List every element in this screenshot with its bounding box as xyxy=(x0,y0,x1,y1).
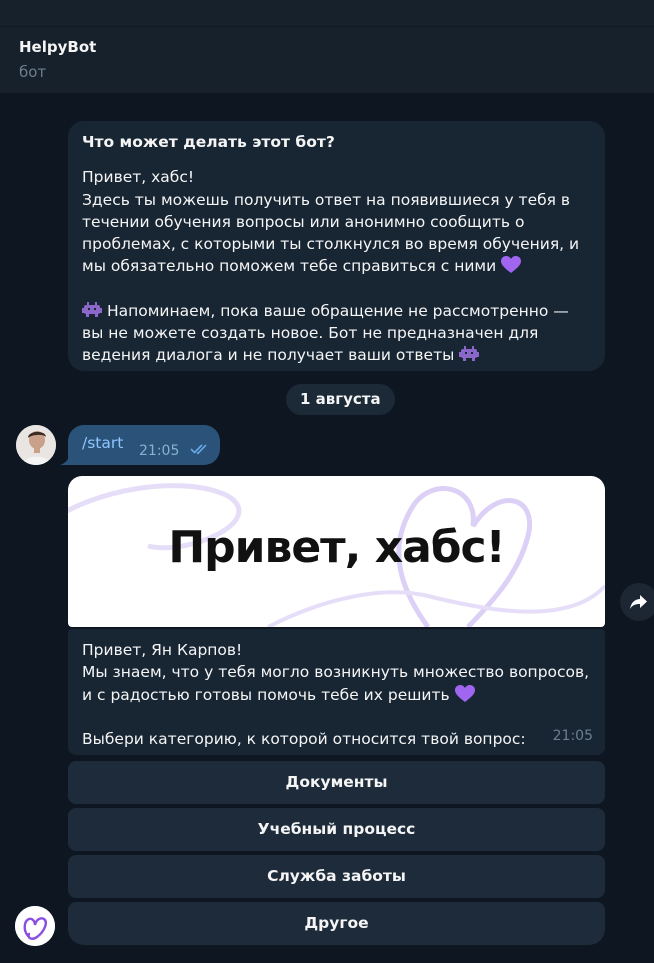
welcome-banner-image[interactable]: Привет, хабс! xyxy=(68,476,605,627)
reply-paragraph: Мы знаем, что у тебя могло возникнуть мн… xyxy=(82,661,591,706)
window-top-strip xyxy=(0,0,654,26)
share-button[interactable] xyxy=(620,583,654,621)
reply-text: Мы знаем, что у тебя могло возникнуть мн… xyxy=(82,663,590,704)
purple-heart-icon xyxy=(501,256,522,274)
bot-description-bubble: Что может делать этот бот? Привет, хабс!… xyxy=(68,121,605,371)
description-heading: Что может делать этот бот? xyxy=(82,133,335,151)
heart-logo-icon xyxy=(15,906,55,946)
description-notice-text: Напоминаем, пока ваше обращение не рассм… xyxy=(82,301,569,365)
bot-reply-bubble: Привет, Ян Карпов! Мы знаем, что у тебя … xyxy=(68,629,605,755)
description-paragraph: Здесь ты можешь получить ответ на появив… xyxy=(82,189,591,278)
banner-text: Привет, хабс! xyxy=(168,522,505,573)
alien-monster-icon xyxy=(459,346,480,362)
message-time: 21:05 xyxy=(139,443,180,459)
outgoing-message-text[interactable]: /start xyxy=(82,434,123,452)
keyboard-button-documents[interactable]: Документы xyxy=(68,761,605,804)
chat-title: HelpyBot xyxy=(19,38,97,56)
chat-subtitle: бот xyxy=(19,63,47,81)
purple-heart-icon xyxy=(454,684,475,702)
date-separator: 1 августа xyxy=(286,384,395,415)
user-photo-icon xyxy=(16,425,56,465)
chat-header[interactable]: HelpyBot бот xyxy=(0,26,654,94)
reply-prompt: Выбери категорию, к которой относится тв… xyxy=(82,729,526,748)
keyboard-button-other[interactable]: Другое xyxy=(68,902,605,945)
outgoing-message[interactable]: /start 21:05 xyxy=(68,425,220,465)
keyboard-button-study-process[interactable]: Учебный процесс xyxy=(68,808,605,851)
message-list[interactable]: Что может делать этот бот? Привет, хабс!… xyxy=(0,93,654,963)
user-avatar[interactable] xyxy=(16,425,56,465)
reply-greeting: Привет, Ян Карпов! xyxy=(82,641,243,659)
forward-arrow-icon xyxy=(630,595,647,609)
description-notice: Напоминаем, пока ваше обращение не рассм… xyxy=(82,300,591,367)
alien-monster-icon xyxy=(82,301,102,317)
description-line: Привет, хабс! xyxy=(82,168,195,187)
message-time: 21:05 xyxy=(552,727,593,744)
double-check-icon xyxy=(190,444,207,455)
bot-avatar[interactable] xyxy=(15,906,55,946)
keyboard-button-care-service[interactable]: Служба заботы xyxy=(68,855,605,898)
